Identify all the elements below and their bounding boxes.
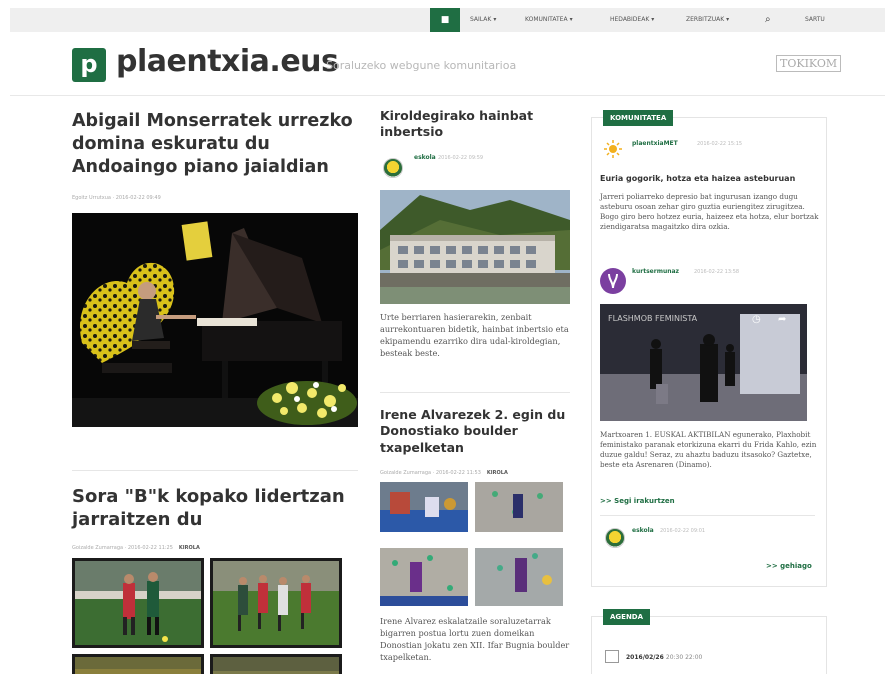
- login-link[interactable]: Sartu: [805, 8, 825, 32]
- article-meta-2: Goizalde Zumarraga · 2016-02-22 11:25 KIR…: [72, 545, 200, 551]
- home-button[interactable]: ■: [430, 8, 460, 32]
- site-name[interactable]: plaentxia.eus: [116, 44, 339, 79]
- community-user-1[interactable]: plaentxiaMET: [632, 140, 678, 147]
- community-date-2: 2016-02-22 13:58: [694, 269, 740, 275]
- football-photo-1[interactable]: [72, 558, 204, 648]
- read-more-link[interactable]: >> Segi irakurtzen: [600, 497, 675, 505]
- user-avatar-purple-icon[interactable]: [600, 268, 626, 294]
- football-photo-4[interactable]: [210, 654, 342, 674]
- community-date-1: 2016-02-22 15:15: [697, 141, 743, 147]
- top-navigation: ■ Sailak ▾ Komunitatea ▾ Hedabideak ▾ Zerbi…: [10, 8, 885, 32]
- share-icon[interactable]: ➦: [778, 314, 786, 325]
- community-post-title[interactable]: Euria gogorik, hotza eta haizea asteburu…: [600, 174, 820, 183]
- article-title-4[interactable]: Irene Alvarezek 2. egin du Donostiako bo…: [380, 407, 570, 456]
- video-player[interactable]: FLASHMOB FEMINISTA ◷ ➦: [600, 304, 807, 421]
- nav-item-zerbitzuak[interactable]: Zerbitzuak ▾: [686, 8, 729, 32]
- nav-item-hedabideak[interactable]: Hedabideak ▾: [610, 8, 654, 32]
- sun-avatar-icon[interactable]: [604, 140, 622, 158]
- calendar-icon: [605, 650, 619, 663]
- video-title: FLASHMOB FEMINISTA: [608, 314, 698, 323]
- logo-icon[interactable]: p: [72, 48, 106, 82]
- post-date: 2016-02-22 09:59: [438, 155, 484, 161]
- agenda-date[interactable]: 2016/02/26 20:30 22:00: [626, 654, 702, 661]
- article-excerpt: Urte berriaren hasierarekin, zenbait aur…: [380, 312, 569, 358]
- community-user-2[interactable]: kurtsermunaz: [632, 268, 679, 275]
- article-title-2[interactable]: Sora "B"k kopako lidertzan jarraitzen du: [72, 485, 358, 532]
- more-link[interactable]: >> gehiago: [766, 562, 812, 570]
- nav-item-komunitatea[interactable]: Komunitatea ▾: [525, 8, 573, 32]
- tokikom-logo[interactable]: TOKIKOM: [776, 55, 842, 72]
- community-label[interactable]: Komunitatea: [603, 110, 674, 126]
- site-tagline: Soraluzeko webgune komunitarioa: [326, 59, 517, 72]
- author-name[interactable]: eskola: [414, 154, 436, 161]
- article-meta-4: Goizalde Zumarraga · 2016-02-22 11:53 KIR…: [380, 470, 508, 476]
- article-excerpt-2: Irene Alvarez eskalatzaile soraluzetarra…: [380, 616, 570, 662]
- community-post-text: Jarreri poliarreko depresio bat ingurusa…: [600, 192, 819, 231]
- climbing-photo-2[interactable]: [475, 482, 563, 532]
- section-divider: [72, 470, 358, 471]
- search-icon[interactable]: ⌕: [765, 8, 771, 32]
- climbing-photo-4[interactable]: [475, 548, 563, 606]
- football-photo-2[interactable]: [210, 558, 342, 648]
- article-title-3[interactable]: Kiroldegirako hainbat inbertsio: [380, 108, 570, 141]
- category-tag: KIROLA: [486, 470, 508, 476]
- section-divider-2: [380, 392, 570, 393]
- climbing-photo-1[interactable]: [380, 482, 468, 532]
- clock-icon[interactable]: ◷: [752, 314, 761, 325]
- article-title[interactable]: Abigail Monserratek urrezko domina eskur…: [72, 110, 358, 178]
- header-divider: [10, 95, 885, 96]
- climbing-photo-3[interactable]: [380, 548, 468, 606]
- football-photo-3[interactable]: [72, 654, 204, 674]
- article-meta: Egoitz Urrutxua · 2016-02-22 09:49: [72, 195, 161, 201]
- building-photo[interactable]: [380, 190, 570, 304]
- home-icon: ■: [440, 15, 450, 25]
- category-tag: KIROLA: [178, 545, 200, 551]
- user-avatar-icon-2[interactable]: [605, 528, 625, 548]
- community-user-3[interactable]: eskola: [632, 527, 654, 534]
- community-date-3: 2016-02-22 09:01: [660, 528, 706, 534]
- agenda-label[interactable]: Agenda: [603, 609, 651, 625]
- piano-photo[interactable]: [72, 213, 358, 427]
- user-avatar-icon[interactable]: [383, 158, 403, 178]
- community-divider: [600, 515, 815, 516]
- community-post-text-2: Martxoaren 1. EUSKAL AKTIBILAN egunerako…: [600, 430, 817, 469]
- nav-item-sailak[interactable]: Sailak ▾: [470, 8, 496, 32]
